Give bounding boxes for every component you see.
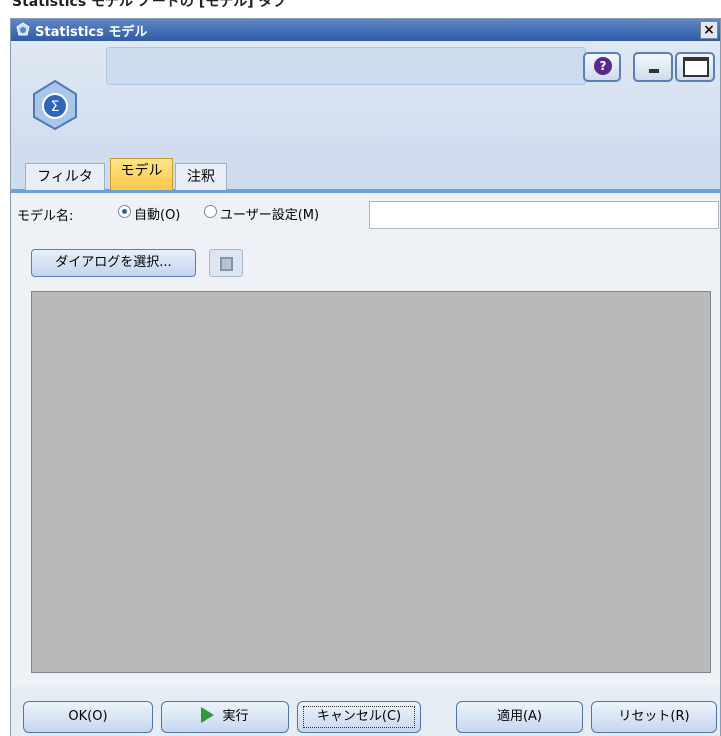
sigma-glyph: Σ: [51, 99, 60, 115]
syntax-area[interactable]: [31, 291, 711, 673]
delete-icon: [220, 257, 233, 271]
minimize-button[interactable]: [633, 52, 673, 82]
tab-annotation[interactable]: 注釈: [175, 163, 227, 190]
auto-radio[interactable]: [118, 205, 131, 218]
statistics-model-dialog: Statistics モデル × Σ ? フィルタ モデル 注釈 モデル名: 自…: [10, 18, 721, 736]
auto-radio-label[interactable]: 自動(O): [134, 204, 180, 223]
button-bar: OK(O) 実行 キャンセル(C) 適用(A) リセット(R): [11, 687, 720, 736]
cancel-button[interactable]: キャンセル(C): [297, 701, 421, 733]
ok-button[interactable]: OK(O): [23, 701, 153, 733]
tab-strip: フィルタ モデル 注釈: [11, 145, 720, 193]
delete-button[interactable]: [209, 249, 243, 277]
play-icon: [201, 707, 215, 723]
maximize-icon: [683, 57, 709, 77]
select-dialog-button[interactable]: ダイアログを選択...: [31, 249, 196, 277]
title-bar[interactable]: Statistics モデル ×: [11, 19, 720, 41]
model-name-label: モデル名:: [17, 209, 74, 224]
help-button[interactable]: ?: [583, 52, 621, 82]
apply-button[interactable]: 適用(A): [456, 701, 583, 733]
app-icon: [16, 22, 30, 36]
run-button[interactable]: 実行: [161, 701, 289, 733]
minimize-icon: [649, 69, 659, 73]
focus-ring: [303, 706, 415, 728]
close-button[interactable]: ×: [700, 21, 718, 39]
node-name-bar: [106, 47, 586, 85]
model-name-row: モデル名: 自動(O) ユーザー設定(M): [11, 197, 720, 231]
model-name-input[interactable]: [369, 201, 719, 229]
custom-radio-label[interactable]: ユーザー設定(M): [220, 204, 319, 223]
custom-radio[interactable]: [204, 205, 217, 218]
statistics-node-icon: Σ: [33, 79, 77, 131]
window-title: Statistics モデル: [35, 25, 148, 40]
tab-filter[interactable]: フィルタ: [25, 163, 105, 190]
run-label: 実行: [222, 709, 249, 724]
reset-button[interactable]: リセット(R): [591, 701, 717, 733]
tab-model[interactable]: モデル: [110, 158, 173, 190]
figure-caption: Statistics モデル ノードの [モデル] タブ: [12, 0, 287, 10]
maximize-button[interactable]: [675, 52, 715, 82]
help-icon: ?: [594, 57, 612, 75]
